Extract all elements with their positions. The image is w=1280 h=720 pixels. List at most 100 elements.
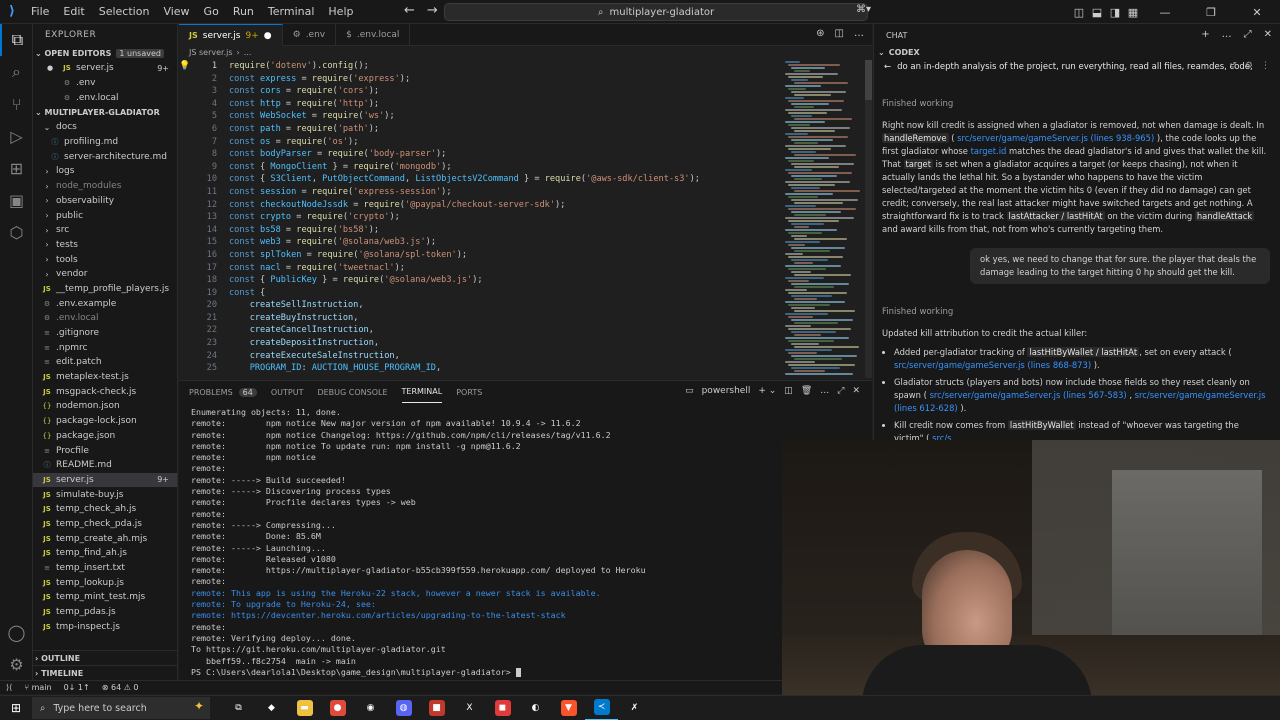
chat-prompt-row[interactable]: ← do an in-depth analysis of the project… <box>874 58 1280 76</box>
file-item[interactable]: JS temp_mint_test.mjs <box>33 590 177 605</box>
folder-item[interactable]: ⌄ docs <box>33 120 177 135</box>
search-icon[interactable]: ⌕ <box>0 56 33 88</box>
file-item[interactable]: JS simulate-buy.js <box>33 487 177 502</box>
copilot-edit-icon[interactable]: ⊛ <box>816 28 824 39</box>
panel-tab-ports[interactable]: PORTS <box>456 381 482 403</box>
split-terminal-icon[interactable]: ◫ <box>784 386 793 396</box>
folder-item[interactable]: › observability <box>33 194 177 209</box>
folder-item[interactable]: › node_modules <box>33 179 177 194</box>
maximize-icon[interactable]: ⤢ <box>1244 29 1252 40</box>
file-item[interactable]: {} package.json <box>33 429 177 444</box>
file-item[interactable]: JS temp_find_ah.js <box>33 546 177 561</box>
taskbar-app[interactable]: ▬ <box>288 696 321 720</box>
menu-item-help[interactable]: Help <box>321 5 360 18</box>
extensions-icon[interactable]: ⊞ <box>0 152 33 184</box>
close-window-button[interactable]: ✕ <box>1234 6 1280 19</box>
panel-tab-terminal[interactable]: TERMINAL <box>401 381 443 403</box>
kill-terminal-icon[interactable]: 🗑 <box>801 386 812 396</box>
editor-tab[interactable]: JS server.js 9+ ● <box>179 24 283 46</box>
toggle-secondary-sidebar-icon[interactable]: ◨ <box>1106 6 1124 19</box>
folder-item[interactable]: › vendor <box>33 267 177 282</box>
taskbar-app[interactable]: ◍ <box>387 696 420 720</box>
file-item[interactable]: ⓘ README.md <box>33 458 177 473</box>
file-item[interactable]: JS temp_pdas.js <box>33 605 177 620</box>
file-item[interactable]: ≡ .gitignore <box>33 326 177 341</box>
code-editor[interactable]: 1 require('dotenv').config(); 2 const expre… <box>179 60 785 378</box>
file-item[interactable]: JS temp_check_ah.js <box>33 502 177 517</box>
menu-item-run[interactable]: Run <box>226 5 261 18</box>
file-item[interactable]: JS temp_check_pda.js <box>33 517 177 532</box>
editor-scrollbar[interactable] <box>865 60 872 378</box>
file-item[interactable]: {} package-lock.json <box>33 414 177 429</box>
close-panel-icon[interactable]: ✕ <box>852 386 860 396</box>
open-editor-item[interactable]: ● JS server.js 9+ <box>33 61 177 76</box>
file-item[interactable]: ⚙ .env.example <box>33 296 177 311</box>
breadcrumb-item[interactable]: JS server.js <box>189 48 233 57</box>
menu-item-terminal[interactable]: Terminal <box>261 5 322 18</box>
open-editor-item[interactable]: ⚙ .env <box>33 76 177 91</box>
remote-explorer-icon[interactable]: ▣ <box>0 184 33 216</box>
shell-label[interactable]: powershell <box>702 386 751 396</box>
file-link[interactable]: src/s <box>932 433 951 440</box>
more-icon[interactable]: … <box>1222 29 1232 40</box>
errors-status[interactable]: ⊗ 64 ⚠ 0 <box>102 683 139 692</box>
file-item[interactable]: ≡ .npmrc <box>33 340 177 355</box>
minimap[interactable] <box>785 60 865 378</box>
split-editor-icon[interactable]: ◫ <box>835 28 844 39</box>
file-item[interactable]: {} nodemon.json <box>33 399 177 414</box>
back-arrow-icon[interactable]: ← <box>884 62 891 72</box>
file-item[interactable]: JS temp_create_ah.mjs <box>33 531 177 546</box>
file-item[interactable]: ≡ temp_insert.txt <box>33 561 177 576</box>
toggle-panel-icon[interactable]: ⬓ <box>1088 6 1106 19</box>
forward-arrow-icon[interactable]: → <box>427 3 438 18</box>
menu-item-selection[interactable]: Selection <box>92 5 157 18</box>
windows-start-icon[interactable]: ⊞ <box>0 701 32 715</box>
file-item[interactable]: ⓘ server-architecture.md <box>33 149 177 164</box>
taskbar-app[interactable]: ⧉ <box>222 696 255 720</box>
source-control-icon[interactable]: ⑂ <box>0 88 33 120</box>
outline-section[interactable]: › OUTLINE <box>33 650 177 666</box>
account-icon[interactable]: ◯ <box>0 616 33 648</box>
terminal-output[interactable]: Enumerating objects: 11, done. remote: np… <box>191 407 861 677</box>
panel-tab-problems[interactable]: PROBLEMS 64 <box>189 381 257 403</box>
editor-tab[interactable]: $ .env.local <box>336 24 411 46</box>
sync-status[interactable]: 0↓ 1↑ <box>64 683 90 692</box>
unsaved-dot-icon[interactable]: ● <box>264 31 272 41</box>
file-link[interactable]: src/server/game/gameServer.js (lines 868… <box>894 360 1091 370</box>
file-link[interactable]: target.id <box>971 146 1007 156</box>
close-icon[interactable]: ✕ <box>1264 29 1272 40</box>
taskbar-search[interactable]: ⌕ Type here to search ✦ <box>32 697 210 719</box>
file-item[interactable]: ⓘ profiling.md <box>33 135 177 150</box>
menu-item-file[interactable]: File <box>24 5 56 18</box>
menu-item-go[interactable]: Go <box>197 5 226 18</box>
file-link[interactable]: src/server/game/gameServer.js (lines 567… <box>930 390 1127 400</box>
taskbar-app[interactable]: ● <box>321 696 354 720</box>
file-item[interactable]: JS metaplex-test.js <box>33 370 177 385</box>
taskbar-app[interactable]: X <box>453 696 486 720</box>
history-icon[interactable]: ↺ <box>1229 61 1237 71</box>
breadcrumb-item[interactable]: ... <box>244 48 252 57</box>
taskbar-app[interactable]: ◐ <box>519 696 552 720</box>
taskbar-app[interactable]: ▼ <box>552 696 585 720</box>
remote-icon[interactable]: ⟩⟨ <box>6 683 12 692</box>
explorer-icon[interactable]: ⧉ <box>0 24 33 56</box>
folder-item[interactable]: › tools <box>33 252 177 267</box>
more-icon[interactable]: … <box>820 386 829 396</box>
customize-layout-icon[interactable]: ▦ <box>1124 6 1142 19</box>
menu-item-view[interactable]: View <box>156 5 196 18</box>
containers-icon[interactable]: ⬡ <box>0 216 33 248</box>
taskbar-app[interactable]: ◉ <box>354 696 387 720</box>
manage-gear-icon[interactable]: ⚙ <box>0 648 33 680</box>
file-item[interactable]: ⚙ .env.local <box>33 311 177 326</box>
taskbar-app[interactable]: ■ <box>420 696 453 720</box>
folder-item[interactable]: › public <box>33 208 177 223</box>
restore-button[interactable]: ❐ <box>1188 6 1234 19</box>
command-center-search[interactable]: ⌕ multiplayer-gladiator <box>444 3 868 21</box>
branch-status[interactable]: ⑂ main <box>24 683 51 692</box>
taskbar-app[interactable]: ◼ <box>486 696 519 720</box>
file-item[interactable]: JS server.js 9+ <box>33 472 177 488</box>
file-item[interactable]: ≡ edit.patch <box>33 355 177 370</box>
folder-item[interactable]: › src <box>33 223 177 238</box>
file-link[interactable]: src/server/game/gameServer.js (lines 938… <box>957 133 1154 143</box>
project-header[interactable]: ⌄ MULTIPLAYER-GLADIATOR <box>33 105 177 120</box>
